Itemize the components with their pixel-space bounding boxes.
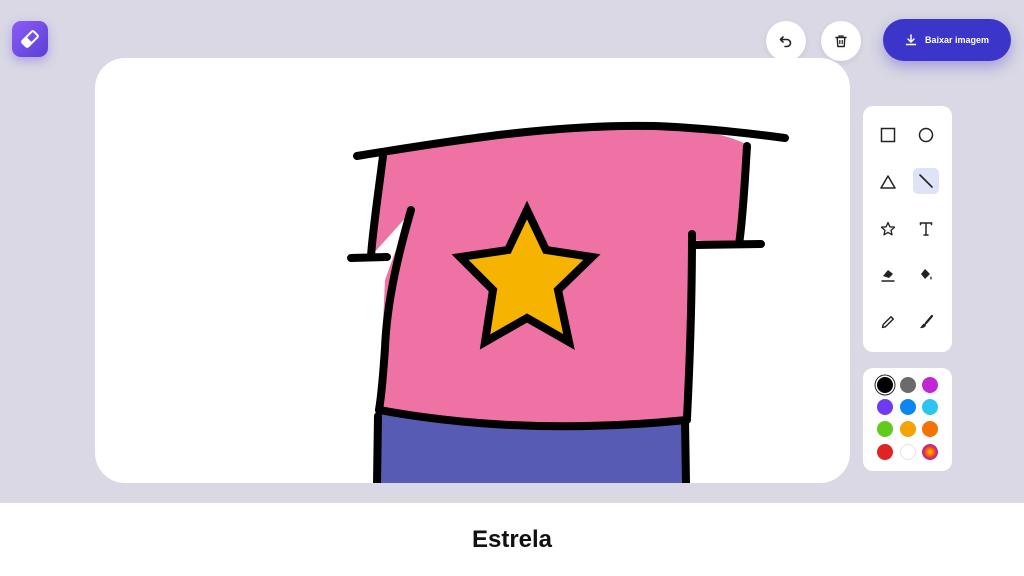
tool-pencil[interactable]	[875, 309, 901, 335]
tool-star[interactable]	[875, 216, 901, 242]
circle-icon	[918, 127, 934, 143]
undo-button[interactable]	[766, 21, 806, 61]
eraser-icon	[881, 270, 895, 282]
paint-bucket-icon	[921, 269, 932, 280]
tool-triangle[interactable]	[875, 169, 901, 195]
eraser-logo-icon	[21, 30, 39, 48]
color-swatch-purple[interactable]	[877, 399, 893, 415]
tools-panel	[863, 106, 952, 352]
text-icon	[919, 222, 933, 236]
pencil-icon	[881, 316, 894, 329]
color-swatch-green[interactable]	[877, 421, 893, 437]
tool-eraser[interactable]	[875, 262, 901, 288]
line-icon	[919, 174, 933, 188]
color-swatch-orange[interactable]	[922, 421, 938, 437]
trash-icon	[835, 35, 847, 48]
tool-brush[interactable]	[913, 309, 939, 335]
download-icon	[905, 34, 917, 46]
drawing-canvas[interactable]	[95, 58, 850, 483]
app-logo	[12, 21, 48, 57]
color-swatch-cyan[interactable]	[922, 399, 938, 415]
color-swatch-gray[interactable]	[900, 377, 916, 393]
star-icon	[880, 221, 896, 236]
color-swatch-red[interactable]	[877, 444, 893, 460]
triangle-icon	[880, 175, 896, 189]
tool-rectangle[interactable]	[875, 122, 901, 148]
brush-icon	[920, 314, 934, 329]
download-image-label: Baixar imagem	[924, 35, 990, 45]
caption-text: Estrela	[471, 525, 553, 553]
tool-line[interactable]	[913, 168, 939, 194]
color-swatch-black[interactable]	[877, 377, 893, 393]
download-image-button[interactable]: Baixar imagem	[883, 19, 1011, 61]
color-swatch-yellow[interactable]	[900, 421, 916, 437]
tool-fill[interactable]	[913, 262, 939, 288]
color-swatch-custom[interactable]	[922, 444, 938, 460]
color-swatch-magenta[interactable]	[922, 377, 938, 393]
color-swatch-white[interactable]	[900, 444, 916, 460]
caption-bar: Estrela	[0, 503, 1024, 576]
tool-text[interactable]	[913, 216, 939, 242]
square-icon	[880, 127, 896, 143]
tool-circle[interactable]	[913, 122, 939, 148]
delete-button[interactable]	[821, 21, 861, 61]
color-swatch-blue[interactable]	[900, 399, 916, 415]
drawing	[347, 121, 789, 483]
color-palette	[863, 368, 952, 471]
undo-icon	[779, 36, 792, 48]
